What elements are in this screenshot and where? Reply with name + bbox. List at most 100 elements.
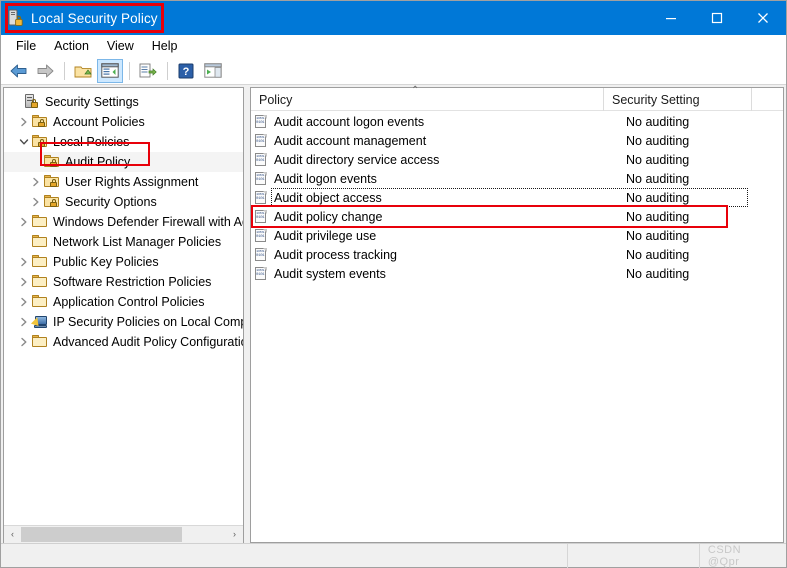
scrollbar-thumb[interactable] [21, 526, 182, 542]
table-row[interactable]: 1001 0101 Audit account management No aud… [251, 131, 783, 150]
tree-item-label: Account Policies [53, 115, 145, 129]
menu-item-action[interactable]: Action [45, 37, 98, 55]
status-segment-middle [568, 543, 700, 568]
tree-horizontal-scrollbar[interactable]: ‹ › [4, 525, 243, 543]
tree-item-account-policies[interactable]: Account Policies [4, 112, 243, 132]
cell-security-setting: No auditing [626, 190, 690, 205]
cell-security-setting: No auditing [626, 133, 690, 148]
tree-item-security-options[interactable]: Security Options [4, 192, 243, 212]
tree-item-user-rights-assignment[interactable]: User Rights Assignment [4, 172, 243, 192]
title-bar: Local Security Policy [1, 1, 786, 35]
menu-item-help[interactable]: Help [143, 37, 187, 55]
table-row[interactable]: 1001 0101 Audit policy change No auditing [251, 207, 783, 226]
cell-policy: Audit policy change [274, 209, 383, 224]
chevron-right-icon[interactable] [16, 334, 32, 350]
policy-icon: 1001 0101 [255, 133, 269, 148]
cell-security-setting: No auditing [626, 171, 690, 186]
tree-item-network-list-manager-policies[interactable]: Network List Manager Policies [4, 232, 243, 252]
window-title: Local Security Policy [31, 10, 158, 26]
tree-item-advanced-audit-policy-configuration[interactable]: Advanced Audit Policy Configuration [4, 332, 243, 352]
table-row[interactable]: 1001 0101 Audit logon events No auditing [251, 169, 783, 188]
show-hide-console-tree-icon[interactable] [97, 58, 123, 83]
tree-item-public-key-policies[interactable]: Public Key Policies [4, 252, 243, 272]
console-tree: Security Settings Account Policies Local… [4, 88, 243, 525]
menu-bar: File Action View Help [1, 35, 786, 57]
up-folder-icon[interactable] [70, 59, 96, 83]
scroll-left-arrow-icon[interactable]: ‹ [4, 525, 21, 543]
policy-icon: 1001 0101 [255, 152, 269, 167]
tree-item-ip-security-policies[interactable]: IP Security Policies on Local Compute [4, 312, 243, 332]
table-row[interactable]: 1001 0101 Audit account logon events No a… [251, 112, 783, 131]
watermark: CSDN @Qpr [707, 543, 742, 568]
export-list-icon[interactable] [135, 59, 161, 83]
folder-lock-icon [32, 114, 49, 130]
tree-item-windows-defender-firewall[interactable]: Windows Defender Firewall with Adva [4, 212, 243, 232]
forward-arrow-icon[interactable] [32, 59, 58, 83]
policy-icon: 1001 0101 [255, 190, 269, 205]
tree-item-audit-policy[interactable]: Audit Policy [4, 152, 243, 172]
list-column-headers: Policy ⌃ Security Setting [251, 85, 783, 111]
policy-icon: 1001 0101 [255, 114, 269, 129]
show-action-pane-icon[interactable] [200, 59, 226, 83]
toolbar: ? [1, 57, 786, 85]
tree-item-label: IP Security Policies on Local Compute [53, 315, 243, 329]
back-arrow-icon[interactable] [5, 59, 31, 83]
tree-item-local-policies[interactable]: Local Policies [4, 132, 243, 152]
svg-text:?: ? [183, 66, 190, 78]
chevron-right-icon[interactable] [28, 194, 44, 210]
scrollbar-track[interactable] [21, 525, 226, 543]
column-header-label: Security Setting [612, 92, 700, 107]
folder-lock-icon [44, 154, 61, 170]
policy-list-pane: Policy ⌃ Security Setting 1001 0101 Audit… [250, 85, 784, 543]
chevron-right-icon[interactable] [16, 254, 32, 270]
scroll-right-arrow-icon[interactable]: › [226, 525, 243, 543]
cell-security-setting: No auditing [626, 266, 690, 281]
tree-item-application-control-policies[interactable]: Application Control Policies [4, 292, 243, 312]
close-button[interactable] [740, 1, 786, 35]
tree-item-software-restriction-policies[interactable]: Software Restriction Policies [4, 272, 243, 292]
maximize-button[interactable] [694, 1, 740, 35]
status-segment-left [1, 543, 569, 568]
chevron-right-icon[interactable] [16, 274, 32, 290]
cell-policy: Audit account logon events [274, 114, 425, 129]
cell-security-setting: No auditing [626, 152, 690, 167]
server-lock-icon [24, 94, 41, 110]
table-row[interactable]: 1001 0101 Audit directory service access … [251, 150, 783, 169]
minimize-button[interactable] [648, 1, 694, 35]
help-icon[interactable]: ? [173, 59, 199, 83]
cell-policy: Audit privilege use [274, 228, 377, 243]
tree-item-security-settings[interactable]: Security Settings [4, 92, 243, 112]
twisty-none [8, 94, 24, 110]
column-header-security-setting[interactable]: Security Setting [603, 88, 751, 111]
tree-item-label: Security Settings [45, 95, 139, 109]
table-row[interactable]: 1001 0101 Audit process tracking No audit… [251, 245, 783, 264]
sort-ascending-icon: ⌃ [411, 85, 420, 96]
tree-item-label: Windows Defender Firewall with Adva [53, 215, 243, 229]
cell-policy: Audit logon events [274, 171, 377, 186]
table-row-focused[interactable]: 1001 0101 Audit object access No auditing [251, 188, 783, 207]
tree-item-label: Software Restriction Policies [53, 275, 212, 289]
chevron-right-icon[interactable] [16, 314, 32, 330]
column-header-policy[interactable]: Policy ⌃ [251, 85, 603, 111]
table-row[interactable]: 1001 0101 Audit privilege use No auditing [251, 226, 783, 245]
cell-policy: Audit object access [274, 190, 382, 205]
chevron-right-icon[interactable] [16, 214, 32, 230]
cell-policy: Audit account management [274, 133, 427, 148]
tree-item-label: Advanced Audit Policy Configuration [53, 335, 243, 349]
tree-item-label: Audit Policy [65, 155, 131, 169]
folder-icon [32, 214, 49, 230]
chevron-right-icon[interactable] [16, 114, 32, 130]
chevron-down-icon[interactable] [16, 134, 32, 150]
cell-security-setting: No auditing [626, 247, 690, 262]
local-security-policy-window: Local Security Policy File Action View H… [0, 0, 787, 568]
policy-icon: 1001 0101 [255, 247, 269, 262]
tree-item-label: Public Key Policies [53, 255, 159, 269]
toolbar-separator [167, 61, 168, 80]
folder-icon [32, 294, 49, 310]
table-row[interactable]: 1001 0101 Audit system events No auditing [251, 264, 783, 283]
chevron-right-icon[interactable] [28, 174, 44, 190]
menu-item-view[interactable]: View [98, 37, 143, 55]
menu-item-file[interactable]: File [7, 37, 45, 55]
chevron-right-icon[interactable] [16, 294, 32, 310]
policy-icon: 1001 0101 [255, 209, 269, 224]
